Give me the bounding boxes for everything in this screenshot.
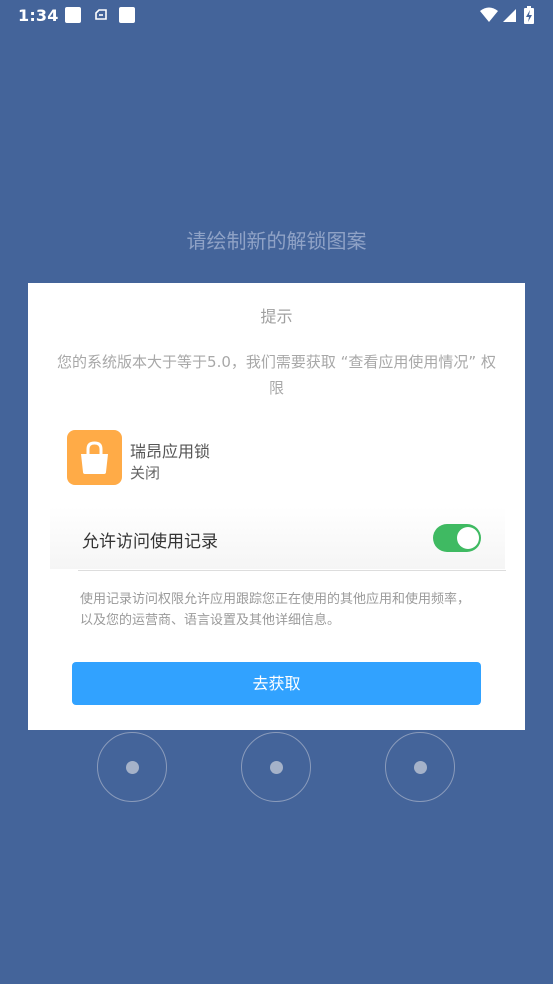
status-time: 1:34 — [18, 6, 59, 25]
battery-charging-icon — [524, 6, 534, 24]
dialog-title: 提示 — [260, 307, 293, 326]
cloud-sync-icon — [95, 9, 107, 20]
pattern-node-dot — [126, 761, 139, 774]
usage-access-toggle[interactable] — [433, 524, 481, 552]
permission-dialog: 提示 您的系统版本大于等于5.0，我们需要获取 “查看应用使用情况” 权限 瑞昂… — [28, 283, 525, 730]
dialog-message: 您的系统版本大于等于5.0，我们需要获取 “查看应用使用情况” 权限 — [57, 353, 496, 397]
square-notification-icon — [65, 7, 81, 23]
pattern-node-dot — [414, 761, 427, 774]
toggle-knob — [457, 527, 479, 549]
square-notification-icon — [119, 7, 135, 23]
status-bar: 1:34 — [0, 0, 553, 30]
get-permission-button[interactable]: 去获取 — [72, 662, 481, 705]
pattern-node[interactable] — [385, 732, 455, 802]
app-permission-state: 关闭 — [130, 464, 161, 482]
pattern-node[interactable] — [97, 732, 167, 802]
cellular-signal-icon — [503, 9, 516, 22]
wifi-icon — [480, 7, 498, 22]
lock-bag-icon — [67, 430, 122, 485]
usage-access-description: 使用记录访问权限允许应用跟踪您正在使用的其他应用和使用频率，以及您的运营商、语言… — [80, 592, 471, 628]
usage-access-setting-row[interactable]: 允许访问使用记录 — [50, 507, 505, 569]
setting-divider — [78, 570, 506, 571]
pattern-node-dot — [270, 761, 283, 774]
usage-access-label: 允许访问使用记录 — [82, 532, 218, 552]
app-name: 瑞昂应用锁 — [130, 442, 211, 461]
pattern-node[interactable] — [241, 732, 311, 802]
pattern-prompt-title: 请绘制新的解锁图案 — [186, 229, 367, 253]
